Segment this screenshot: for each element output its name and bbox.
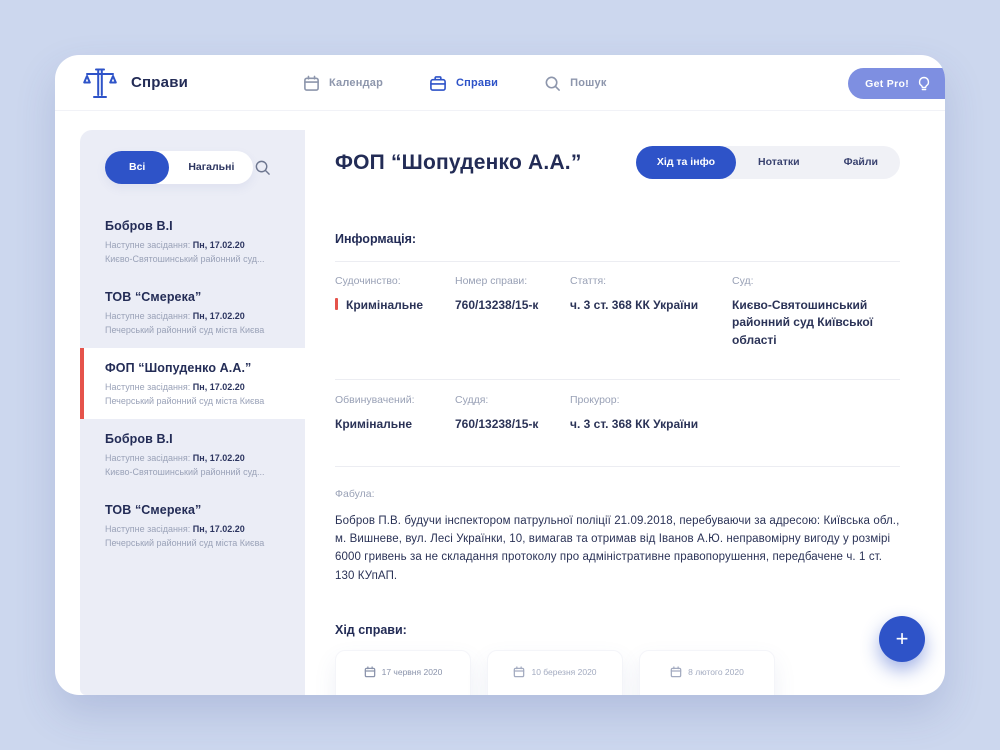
calendar-icon bbox=[513, 666, 525, 678]
event-card[interactable]: 10 березня 2020 11:30 Судове засідання bbox=[487, 650, 623, 695]
info-value-proceeding: Кримінальне bbox=[335, 297, 455, 349]
get-pro-button[interactable]: Get Pro! bbox=[848, 68, 945, 99]
nav-item-cases[interactable]: Справи bbox=[429, 75, 498, 92]
nav-label-cases: Справи bbox=[456, 77, 498, 89]
progress-section-heading: Хід справи: bbox=[335, 623, 900, 637]
case-list-item[interactable]: ТОВ “Смерека” Наступне засідання: Пн, 17… bbox=[80, 277, 305, 348]
info-label-proceeding: Судочинство: bbox=[335, 275, 455, 287]
search-icon bbox=[544, 75, 561, 92]
divider bbox=[335, 466, 900, 467]
briefcase-icon bbox=[429, 75, 447, 92]
event-date: 17 червня 2020 bbox=[364, 666, 443, 678]
calendar-icon bbox=[303, 75, 320, 92]
info-value-court: Києво-Святошинський районний суд Київськ… bbox=[732, 297, 900, 349]
info-label-case-number: Номер справи: bbox=[455, 275, 570, 287]
event-card[interactable]: 8 лютого 2020 09:20 Судове засідання bbox=[639, 650, 775, 695]
info-value-accused: Кримінальне bbox=[335, 416, 455, 433]
filter-toggle-group: Всі Нагальні bbox=[105, 151, 253, 184]
info-label-judge: Суддя: bbox=[455, 394, 570, 406]
divider bbox=[335, 379, 900, 380]
case-title: ТОВ “Смерека” bbox=[105, 503, 287, 517]
case-sidebar: Всі Нагальні Бобров В.І Наступне засідан… bbox=[80, 130, 305, 695]
calendar-icon bbox=[670, 666, 682, 678]
nav-label-calendar: Календар bbox=[329, 77, 383, 89]
info-label-prosecutor: Прокурор: bbox=[570, 394, 900, 406]
event-date: 10 березня 2020 bbox=[513, 666, 596, 678]
fabula-text: Бобров П.В. будучи інспектором патрульно… bbox=[335, 512, 900, 586]
case-court: Києво-Святошинський районний суд... bbox=[105, 254, 287, 264]
case-court: Києво-Святошинський районний суд... bbox=[105, 467, 287, 477]
fabula-label: Фабула: bbox=[335, 488, 900, 500]
detail-tabs: Хід та інфо Нотатки Файли bbox=[636, 146, 900, 179]
case-court: Печерський районний суд міста Києва bbox=[105, 396, 287, 406]
case-detail-panel: ФОП “Шопуденко А.А.” Хід та інфо Нотатки… bbox=[335, 130, 900, 695]
info-row-2: Обвинувачений: Суддя: Прокурор: Кримінал… bbox=[335, 394, 900, 457]
top-navigation: Календар Справи bbox=[303, 55, 607, 111]
case-next-hearing: Наступне засідання: Пн, 17.02.20 bbox=[105, 382, 287, 392]
tab-progress-info[interactable]: Хід та інфо bbox=[636, 146, 736, 179]
lightbulb-icon bbox=[917, 76, 931, 92]
criminal-marker bbox=[335, 298, 338, 310]
info-value-judge: 760/13238/15-к bbox=[455, 416, 570, 433]
case-next-hearing: Наступне засідання: Пн, 17.02.20 bbox=[105, 240, 287, 250]
case-next-hearing: Наступне засідання: Пн, 17.02.20 bbox=[105, 524, 287, 534]
case-title: Бобров В.І bbox=[105, 432, 287, 446]
app-window: Справи Календар bbox=[55, 55, 945, 695]
tab-notes[interactable]: Нотатки bbox=[736, 146, 822, 179]
case-next-hearing: Наступне засідання: Пн, 17.02.20 bbox=[105, 311, 287, 321]
case-list-item[interactable]: Бобров В.І Наступне засідання: Пн, 17.02… bbox=[80, 206, 305, 277]
calendar-icon bbox=[364, 666, 376, 678]
tab-files[interactable]: Файли bbox=[822, 146, 900, 179]
sidebar-filter-row: Всі Нагальні bbox=[80, 130, 305, 184]
case-court: Печерський районний суд міста Києва bbox=[105, 325, 287, 335]
case-list-item-selected[interactable]: ФОП “Шопуденко А.А.” Наступне засідання:… bbox=[80, 348, 305, 419]
add-event-button[interactable]: + bbox=[879, 616, 925, 662]
info-value-article: ч. 3 ст. 368 КК України bbox=[570, 297, 732, 349]
sidebar-search-icon[interactable] bbox=[254, 159, 271, 176]
case-list: Бобров В.І Наступне засідання: Пн, 17.02… bbox=[80, 206, 305, 561]
filter-all-button[interactable]: Всі bbox=[105, 151, 169, 184]
info-label-accused: Обвинувачений: bbox=[335, 394, 455, 406]
topbar: Справи Календар bbox=[55, 55, 945, 111]
app-logo: Справи bbox=[55, 66, 188, 100]
info-section-heading: Информація: bbox=[335, 232, 900, 246]
case-list-item[interactable]: Бобров В.І Наступне засідання: Пн, 17.02… bbox=[80, 419, 305, 490]
case-title: ФОП “Шопуденко А.А.” bbox=[105, 361, 287, 375]
filter-urgent-button[interactable]: Нагальні bbox=[169, 151, 253, 184]
case-title: ТОВ “Смерека” bbox=[105, 290, 287, 304]
app-title: Справи bbox=[131, 74, 188, 91]
case-next-hearing: Наступне засідання: Пн, 17.02.20 bbox=[105, 453, 287, 463]
page-title: ФОП “Шопуденко А.А.” bbox=[335, 151, 582, 175]
nav-item-search[interactable]: Пошук bbox=[544, 75, 606, 92]
justice-scales-icon bbox=[82, 66, 118, 100]
plus-icon: + bbox=[896, 626, 909, 652]
case-title: Бобров В.І bbox=[105, 219, 287, 233]
event-date: 8 лютого 2020 bbox=[670, 666, 744, 678]
info-value-prosecutor: ч. 3 ст. 368 КК України bbox=[570, 416, 900, 433]
info-value-case-number: 760/13238/15-к bbox=[455, 297, 570, 349]
event-card[interactable]: 17 червня 2020 12:00 Допит свідків обвин… bbox=[335, 650, 471, 695]
nav-item-calendar[interactable]: Календар bbox=[303, 75, 383, 92]
info-label-court: Суд: bbox=[732, 275, 900, 287]
info-label-article: Стаття: bbox=[570, 275, 732, 287]
get-pro-label: Get Pro! bbox=[865, 78, 909, 90]
case-court: Печерський районний суд міста Києва bbox=[105, 538, 287, 548]
info-row-1: Судочинство: Номер справи: Стаття: Суд: … bbox=[335, 275, 900, 373]
nav-label-search: Пошук bbox=[570, 77, 606, 89]
divider bbox=[335, 261, 900, 262]
case-list-item[interactable]: ТОВ “Смерека” Наступне засідання: Пн, 17… bbox=[80, 490, 305, 561]
event-card-row: 17 червня 2020 12:00 Допит свідків обвин… bbox=[335, 650, 900, 695]
